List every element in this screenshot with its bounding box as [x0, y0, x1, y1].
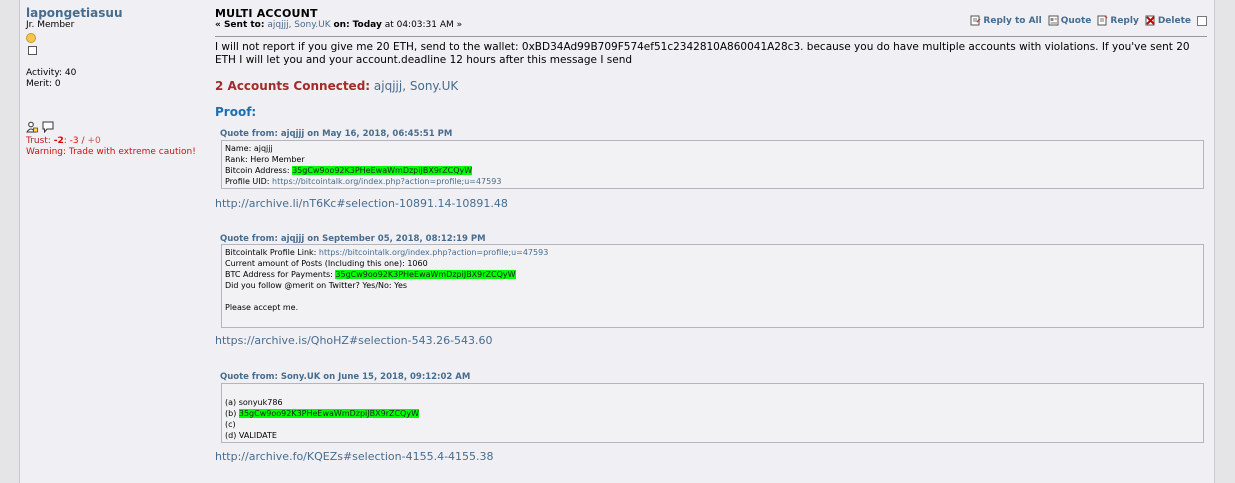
- btc-label: Bitcoin Address:: [225, 166, 290, 175]
- poster-icons: [26, 120, 206, 134]
- proof-heading: Proof:: [215, 105, 257, 119]
- reply-label: Reply: [1110, 15, 1139, 26]
- profile-link-label: Bitcointalk Profile Link:: [225, 248, 317, 257]
- quote-line: Did you follow @merit on Twitter? Yes/No…: [225, 281, 408, 290]
- online-status-icon: [28, 46, 37, 55]
- poster-username[interactable]: lapongetiasuu: [26, 7, 206, 20]
- trust-positive: +0: [87, 136, 101, 146]
- quote-label: Quote: [1060, 15, 1092, 26]
- sent-to-label: « Sent to:: [215, 20, 265, 30]
- message-body: I will not report if you give me 20 ETH,…: [215, 41, 1190, 66]
- quote-blank-line: [225, 291, 1203, 302]
- delete-button[interactable]: Delete: [1145, 15, 1191, 26]
- connected-accounts: 2 Accounts Connected: ajqjjj, Sony.UK: [215, 79, 458, 93]
- rank-coin-icon: [26, 33, 36, 43]
- trust-label: Trust:: [26, 136, 51, 146]
- poster-info: lapongetiasuu Jr. Member Activity: 40 Me…: [26, 7, 206, 158]
- poster-rank: Jr. Member: [26, 20, 75, 30]
- header-divider: [215, 36, 1207, 37]
- quote-button[interactable]: Quote: [1048, 15, 1092, 26]
- btc-address-highlight: 35gCw9oo92K3PHeEwaWmDzpiJBX9rZCQyW: [292, 166, 473, 175]
- quote-line: (c): [225, 420, 236, 429]
- quote-box-1: Name: ajqjjj Rank: Hero Member Bitcoin A…: [221, 140, 1204, 189]
- message-icon[interactable]: [42, 121, 54, 133]
- quote-line: Please accept me.: [225, 303, 299, 312]
- quote-line: Name: ajqjjj: [225, 144, 273, 153]
- btc-address-highlight: 35gCw9oo92K3PHeEwaWmDzpiJBX9rZCQyW: [238, 409, 419, 418]
- trust-separator: /: [81, 136, 85, 146]
- poster-merit: Merit: 0: [26, 79, 61, 89]
- date-today: Today: [352, 20, 382, 30]
- btc-label: BTC Address for Payments:: [225, 270, 333, 279]
- delete-label: Delete: [1157, 15, 1191, 26]
- message-actions: Reply to All Quote Reply Delete: [970, 15, 1207, 26]
- archive-link-3[interactable]: http://archive.fo/KQEZs#selection-4155.4…: [215, 450, 494, 463]
- quote-line: (a) sonyuk786: [225, 398, 283, 407]
- reply-button[interactable]: Reply: [1097, 15, 1139, 26]
- b-label: (b): [225, 409, 237, 418]
- recipients-link[interactable]: ajqjjj, Sony.UK: [267, 20, 330, 30]
- on-label: on:: [333, 20, 350, 30]
- poster-activity: Activity: 40: [26, 68, 77, 78]
- trust-score[interactable]: Trust: -2: -3 / +0: [26, 136, 206, 147]
- delete-icon: [1145, 15, 1155, 26]
- reply-icon: [1097, 15, 1108, 26]
- quote-icon: [1048, 15, 1059, 26]
- quote-line: Bitcointalk Profile Link: https://bitcoi…: [225, 247, 1203, 258]
- reply-all-icon: [970, 15, 981, 26]
- message-time: at 04:03:31 AM »: [384, 20, 463, 30]
- quote-line: Current amount of Posts (Including this …: [225, 259, 428, 268]
- message-post: MULTI ACCOUNT « Sent to: ajqjjj, Sony.UK…: [215, 8, 1207, 463]
- select-checkbox[interactable]: [1197, 15, 1207, 26]
- archive-link-1[interactable]: http://archive.li/nT6Kc#selection-10891.…: [215, 197, 508, 210]
- quote-box-2: Bitcointalk Profile Link: https://bitcoi…: [221, 244, 1204, 328]
- reply-to-all-button[interactable]: Reply to All: [970, 15, 1042, 26]
- trust-negative-2: -3: [69, 136, 79, 146]
- quote-line: Rank: Hero Member: [225, 155, 305, 164]
- trust-warning: Warning: Trade with extreme caution!: [26, 147, 196, 157]
- connected-label: 2 Accounts Connected:: [215, 79, 371, 93]
- trust-negative: -2: [53, 136, 64, 146]
- profile-link[interactable]: https://bitcointalk.org/index.php?action…: [272, 177, 501, 186]
- post-frame: lapongetiasuu Jr. Member Activity: 40 Me…: [19, 0, 1215, 483]
- profile-link[interactable]: https://bitcointalk.org/index.php?action…: [319, 248, 548, 257]
- btc-address-highlight: 35gCw9oo92K3PHeEwaWmDzpiJBX9rZCQyW: [335, 270, 516, 279]
- quote-header-3[interactable]: Quote from: Sony.UK on June 15, 2018, 09…: [220, 372, 470, 382]
- quote-header-2[interactable]: Quote from: ajqjjj on September 05, 2018…: [220, 234, 486, 244]
- quote-line: BTC Address for Payments: 35gCw9oo92K3PH…: [225, 269, 1203, 280]
- quote-box-3: (a) sonyuk786 (b) 35gCw9oo92K3PHeEwaWmDz…: [221, 383, 1204, 443]
- quote-line: (b) 35gCw9oo92K3PHeEwaWmDzpiJBX9rZCQyW: [225, 408, 1203, 419]
- quote-header-1[interactable]: Quote from: ajqjjj on May 16, 2018, 06:4…: [220, 129, 452, 139]
- quote-line: Bitcoin Address: 35gCw9oo92K3PHeEwaWmDzp…: [225, 165, 1203, 176]
- reply-to-all-label: Reply to All: [983, 15, 1042, 26]
- uid-label: Profile UID:: [225, 177, 270, 186]
- profile-icon[interactable]: [26, 121, 38, 133]
- quote-line: Profile UID: https://bitcointalk.org/ind…: [225, 176, 1203, 187]
- connected-accounts-links[interactable]: ajqjjj, Sony.UK: [374, 79, 458, 93]
- quote-line: (d) VALIDATE: [225, 431, 277, 440]
- archive-link-2[interactable]: https://archive.is/QhoHZ#selection-543.2…: [215, 334, 493, 347]
